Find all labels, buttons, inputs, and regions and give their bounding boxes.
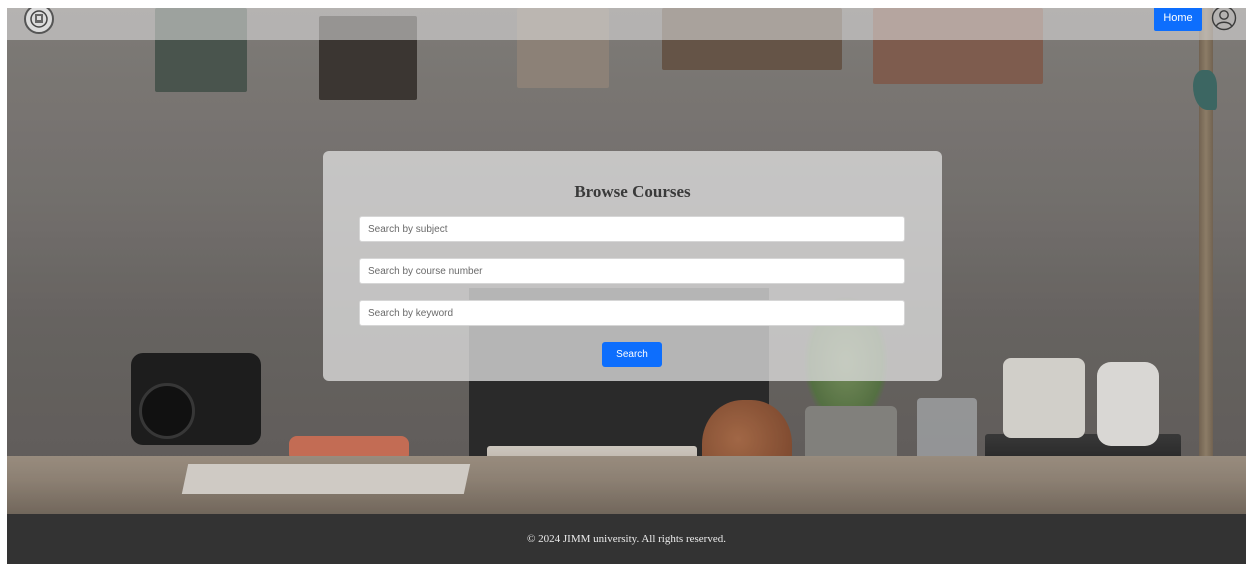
- home-button[interactable]: Home: [1154, 8, 1202, 31]
- copyright-text: © 2024 JIMM university. All rights reser…: [527, 533, 726, 545]
- page-title: Browse Courses: [574, 182, 691, 201]
- browse-courses-card: Browse Courses Search: [323, 151, 942, 381]
- course-number-search-input[interactable]: [359, 258, 905, 284]
- subject-search-input[interactable]: [359, 216, 905, 242]
- top-navbar: Home: [7, 8, 1246, 40]
- footer: © 2024 JIMM university. All rights reser…: [7, 514, 1246, 564]
- page: Home Browse Courses Search © 2024 JIMM u…: [7, 8, 1246, 564]
- user-circle-icon[interactable]: [1211, 8, 1237, 31]
- keyword-search-input[interactable]: [359, 300, 905, 326]
- university-seal-icon[interactable]: [24, 8, 54, 34]
- search-button[interactable]: Search: [602, 342, 662, 367]
